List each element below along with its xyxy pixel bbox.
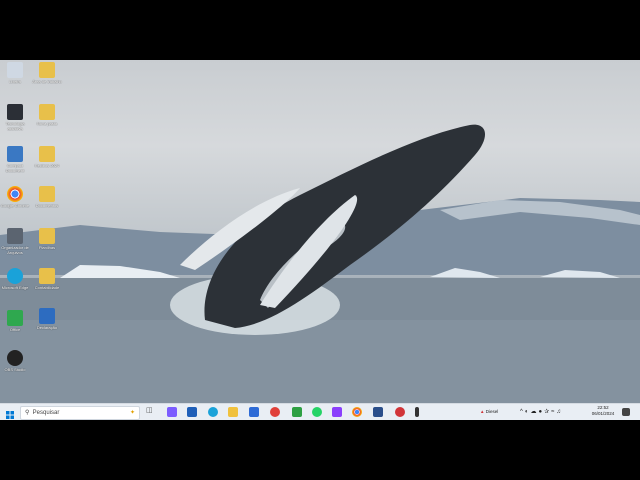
desktop-icon[interactable]: Organizador de Arquivos <box>0 228 30 255</box>
whatsapp-icon[interactable] <box>312 407 322 417</box>
desktop-icon[interactable]: Planilhas <box>32 228 62 250</box>
desktop-icon[interactable]: Declaração <box>32 308 62 330</box>
desktop-icon[interactable]: Recibos 2024 <box>32 146 62 168</box>
desktop-icon[interactable]: Compact Document <box>0 146 30 173</box>
store-icon[interactable] <box>187 407 197 417</box>
file-explorer-icon[interactable] <box>228 407 238 417</box>
folder-icon <box>39 146 55 162</box>
weather-label: Diesel <box>485 409 499 414</box>
desktop-icon-label: Tecnologia assistiva <box>5 121 25 131</box>
sparkle-icon: ✦ <box>129 410 135 416</box>
app-purple-icon[interactable] <box>332 407 342 417</box>
desktop-icon[interactable]: Lixeira <box>0 62 30 84</box>
chrome-taskbar-icon[interactable] <box>352 407 362 417</box>
office-icon <box>7 310 23 326</box>
folder-icon <box>39 268 55 284</box>
desktop-icon-label: Compact Document <box>5 163 25 173</box>
document-icon <box>39 308 55 324</box>
scanner-icon <box>7 228 23 244</box>
weather-icon: ▲ <box>480 409 485 414</box>
desktop-icon-label: Recibos 2024 <box>34 163 60 168</box>
desktop-icon-label: Lixeira <box>9 79 21 84</box>
desktop-icon[interactable]: Google Chrome <box>0 186 30 208</box>
desktop-icon-label: Documentos <box>35 203 59 208</box>
search-input[interactable]: ⚲ Pesquisar ✦ <box>20 406 140 420</box>
desktop-icon[interactable]: OBS Studio <box>0 350 30 372</box>
printer-icon <box>7 146 23 162</box>
clock-date: 06/01/2024 <box>591 411 615 416</box>
desktop-icon[interactable]: Contabilidade <box>32 268 62 290</box>
folder-icon <box>39 186 55 202</box>
taskbar: ⚲ Pesquisar ✦ ◫ ▲ Diesel ^◐☁●✰≈♫ 22:52 0… <box>0 403 640 420</box>
volume-icon[interactable]: ♫ <box>556 409 563 415</box>
app-record-icon[interactable] <box>395 407 405 417</box>
desktop-icon[interactable]: Office <box>0 310 30 332</box>
desktop-icon-label: Organizador de Arquivos <box>1 245 29 255</box>
edge-taskbar-icon[interactable] <box>208 407 218 417</box>
clock[interactable]: 22:52 06/01/2024 <box>590 405 616 417</box>
notifications-icon[interactable] <box>622 408 630 416</box>
chrome-icon <box>7 186 23 202</box>
wallpaper <box>0 60 640 403</box>
desktop-icon-label: Google Chrome <box>0 203 30 208</box>
app-icon <box>7 104 23 120</box>
desktop-icon-label: Contabilidade <box>34 285 60 290</box>
desktop-icon[interactable]: Área de trabalho <box>32 62 62 84</box>
desktop-icon[interactable]: Documentos <box>32 186 62 208</box>
desktop-icon-label: Microsoft Edge <box>1 285 29 290</box>
desktop-icon-label: Nova pasta <box>36 121 58 126</box>
app-window-icon[interactable] <box>373 407 383 417</box>
desktop-icon[interactable]: Tecnologia assistiva <box>0 104 30 131</box>
folder-icon <box>39 228 55 244</box>
folder-icon <box>39 62 55 78</box>
desktop-icon-label: Office <box>9 327 21 332</box>
desktop: Lixeira Tecnologia assistiva Compact Doc… <box>0 60 640 420</box>
search-icon: ⚲ <box>25 410 30 416</box>
app-red-icon[interactable] <box>270 407 280 417</box>
start-button[interactable] <box>5 407 15 419</box>
desktop-icon-label: Área de trabalho <box>32 79 62 84</box>
weather-widget[interactable]: ▲ Diesel <box>480 409 498 414</box>
tray-icons[interactable]: ^◐☁●✰≈♫ <box>520 408 563 415</box>
desktop-icon-label: Declaração <box>36 325 58 330</box>
search-placeholder: Pesquisar <box>32 410 60 416</box>
windows-logo-icon <box>6 411 14 419</box>
folder-icon <box>39 104 55 120</box>
task-view-icon[interactable]: ◫ <box>146 406 154 417</box>
desktop-icon-label: OBS Studio <box>4 367 26 372</box>
recycle-bin-icon <box>7 62 23 78</box>
desktop-icon[interactable]: Nova pasta <box>32 104 62 126</box>
app-green-icon[interactable] <box>292 407 302 417</box>
edge-icon <box>7 268 23 284</box>
whale-wallpaper-image <box>0 124 640 403</box>
desktop-icon-label: Planilhas <box>38 245 56 250</box>
obs-icon <box>7 350 23 366</box>
pen-icon[interactable] <box>415 407 419 417</box>
copilot-icon[interactable] <box>167 407 177 417</box>
desktop-icon[interactable]: Microsoft Edge <box>0 268 30 290</box>
mail-icon[interactable] <box>249 407 259 417</box>
